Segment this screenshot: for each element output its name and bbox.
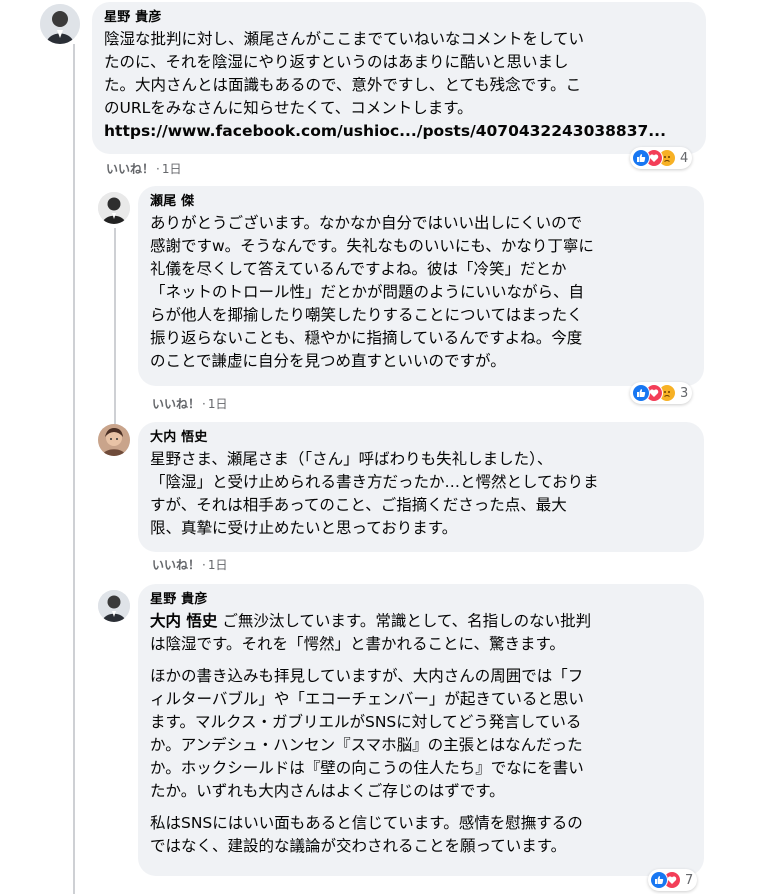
avatar-hoshino[interactable]	[40, 4, 80, 44]
reply-line: たか。いずれも大内さんはよくご存じのはずです。	[150, 782, 505, 800]
like-button[interactable]: いいね！	[106, 162, 154, 176]
reply-line: 限、真摯に受け止めたいと思っております。	[150, 519, 458, 537]
reply-line: か。ホックシールドは『壁の向こうの住人たち』でなにを書い	[150, 759, 584, 777]
reply-line: らが他人を揶揄したり嘲笑したりすることについてはまったく	[150, 306, 583, 324]
avatar-hoshino[interactable]	[98, 590, 130, 622]
comment-bubble: 星野 貴彦 陰湿な批判に対し、瀬尾さんがここまでていねいなコメントをしてい たの…	[92, 2, 706, 154]
like-button[interactable]: いいね！	[152, 397, 200, 411]
reply-actions: いいね！ · 1日	[152, 558, 228, 572]
reply-text: 星野さま、瀬尾さま（「さん」呼ばわりも失礼しました）、 「陰湿」と受け止められる…	[150, 448, 692, 540]
reply-line: か。アンデシュ・ハンセン『スマホ脳』の主張とはなんだった	[150, 736, 583, 754]
reply-line: ます。マルクス・ガブリエルがSNSに対してどう発言している	[150, 713, 582, 731]
reply-author[interactable]: 星野 貴彦	[150, 592, 692, 608]
like-reaction-icon	[632, 149, 650, 167]
reply-line: 「陰湿」と受け止められる書き方だったか…と愕然としておりま	[150, 473, 599, 491]
reply-actions: いいね！ · 1日	[152, 397, 228, 411]
reply-bubble: 瀬尾 傑 ありがとうございます。なかなか自分ではいい出しにくいので 感謝ですw。…	[138, 186, 704, 386]
reply-line: 振り返らないことも、穏やかに指摘しているんですよね。今度	[150, 329, 583, 347]
reply-bubble: 大内 悟史 星野さま、瀬尾さま（「さん」呼ばわりも失礼しました）、 「陰湿」と受…	[138, 422, 704, 552]
like-button[interactable]: いいね！	[152, 558, 200, 572]
comment-time[interactable]: 1日	[162, 162, 182, 176]
reply-line: 「ネットのトロール性」だとかが問題のようにいいながら、自	[150, 283, 585, 301]
reaction-summary[interactable]: 3	[630, 382, 693, 404]
reaction-count: 4	[680, 150, 689, 166]
like-reaction-icon	[632, 384, 650, 402]
thread-line-reply	[114, 228, 116, 428]
reply-line: 私はSNSにはいい面もあると信じています。感情を慰撫するの	[150, 814, 583, 832]
reply-time[interactable]: 1日	[208, 397, 228, 411]
reply-author[interactable]: 瀬尾 傑	[150, 194, 692, 210]
reply-author[interactable]: 大内 悟史	[150, 430, 692, 446]
comment-line: た。大内さんとは面識もあるので、意外ですし、とても残念です。こ	[104, 76, 582, 94]
like-reaction-icon	[650, 871, 668, 889]
reply-line: ィルターバブル」や「エコーチェンバー」が起きていると思い	[150, 690, 584, 708]
avatar-seo[interactable]	[98, 192, 130, 224]
thread-line	[73, 44, 75, 894]
comment-author[interactable]: 星野 貴彦	[104, 10, 694, 26]
mention-link[interactable]: 大内 悟史	[150, 612, 217, 630]
reply-line: すが、それは相手あってのこと、ご指摘くださった点、最大	[150, 496, 567, 514]
comment-line: 陰湿な批判に対し、瀬尾さんがここまでていねいなコメントをしてい	[104, 30, 585, 48]
reply-paragraph: 私はSNSにはいい面もあると信じています。感情を慰撫するの ではなく、建設的な議…	[150, 812, 692, 858]
comment-line: たのに、それを陰湿にやり返すというのはあまりに酷いと思いまし	[104, 53, 569, 71]
comment-line: のURLをみなさんに知らせたくて、コメントします。	[104, 99, 473, 117]
reaction-summary[interactable]: 4	[630, 147, 693, 169]
shared-link[interactable]: https://www.facebook.com/ushioc.../posts…	[104, 120, 694, 143]
reply-line: は陰湿です。それを「愕然」と書かれることに、驚きます。	[150, 635, 565, 653]
reaction-count: 3	[680, 385, 689, 401]
reply-line: ほかの書き込みも拝見していますが、大内さんの周囲では「フ	[150, 667, 584, 685]
reply-text: 大内 悟史 ご無沙汰しています。常識として、名指しのない批判 は陰湿です。それを…	[150, 610, 692, 858]
avatar-ouchi[interactable]	[98, 424, 130, 456]
reply-line: ありがとうございます。なかなか自分ではいい出しにくいので	[150, 214, 583, 232]
comment-actions: いいね！ · 1日	[106, 162, 182, 176]
reply-bubble: 星野 貴彦 大内 悟史 ご無沙汰しています。常識として、名指しのない批判 は陰湿…	[138, 584, 704, 876]
reply-time[interactable]: 1日	[208, 558, 228, 572]
comment-text: 陰湿な批判に対し、瀬尾さんがここまでていねいなコメントをしてい たのに、それを陰…	[104, 28, 694, 143]
reaction-count: 7	[685, 872, 694, 888]
reply-line: のことで謙虚に自分を見つめ直すといいのですが。	[150, 352, 506, 370]
reply-text: ありがとうございます。なかなか自分ではいい出しにくいので 感謝ですw。そうなんで…	[150, 212, 692, 373]
reply-line: ではなく、建設的な議論が交わされることを願っています。	[150, 837, 567, 855]
reaction-summary[interactable]: 7	[648, 869, 698, 891]
reply-line: ご無沙汰しています。常識として、名指しのない批判	[217, 612, 592, 630]
reply-line: 星野さま、瀬尾さま（「さん」呼ばわりも失礼しました）、	[150, 450, 553, 468]
reply-line: 感謝ですw。そうなんです。失礼なものいいにも、かなり丁寧に	[150, 237, 594, 255]
reply-paragraph: ほかの書き込みも拝見していますが、大内さんの周囲では「フ ィルターバブル」や「エ…	[150, 665, 692, 803]
reply-line: 礼儀を尽くして答えているんですよね。彼は「冷笑」だとか	[150, 260, 567, 278]
